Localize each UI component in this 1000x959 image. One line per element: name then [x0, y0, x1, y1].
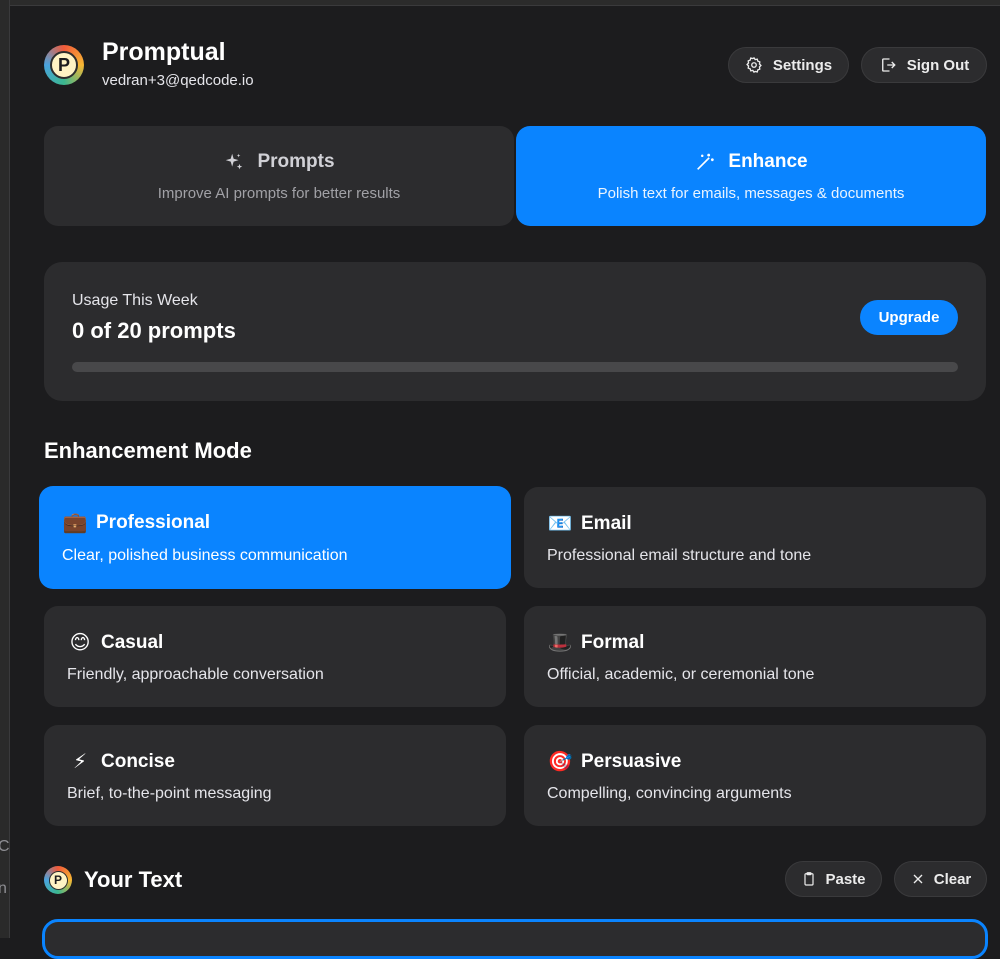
mode-description: Official, academic, or ceremonial tone	[547, 666, 815, 683]
settings-button[interactable]: Settings	[728, 47, 849, 83]
tab-enhance[interactable]: Enhance Polish text for emails, messages…	[516, 126, 986, 226]
text-input-area[interactable]	[42, 919, 988, 959]
mode-description: Clear, polished business communication	[62, 547, 348, 564]
gear-icon	[746, 56, 762, 74]
mode-label: Concise	[101, 750, 175, 772]
clipboard-icon	[804, 872, 815, 886]
usage-label: Usage This Week	[72, 292, 198, 309]
mode-label: Email	[581, 512, 632, 534]
mode-card-professional[interactable]: 💼 Professional Clear, polished business …	[39, 486, 511, 589]
mode-description: Brief, to-the-point messaging	[67, 785, 272, 802]
your-text-title: Your Text	[84, 867, 183, 892]
user-email: vedran+3@qedcode.io	[102, 72, 254, 89]
mode-card-email[interactable]: 📧 Email Professional email structure and…	[524, 487, 986, 588]
mode-label: Persuasive	[581, 750, 682, 772]
app-window: C n P Promptual vedran+3@qedcode.io Sett…	[0, 0, 1000, 959]
smiley-icon: 😊	[69, 632, 91, 654]
usage-progress-bar	[72, 362, 958, 372]
target-icon: 🎯	[547, 751, 573, 773]
sparkles-icon	[226, 153, 243, 169]
logo-letter: P	[50, 51, 78, 79]
mode-description: Compelling, convincing arguments	[547, 785, 792, 802]
clear-label: Clear	[933, 870, 972, 888]
mode-label: Professional	[96, 511, 211, 533]
upgrade-button[interactable]: Upgrade	[860, 300, 958, 335]
mode-description: Professional email structure and tone	[547, 547, 812, 564]
tab-prompts-subtitle: Improve AI prompts for better results	[157, 184, 401, 202]
left-edge-fragment: C	[0, 838, 10, 855]
mode-card-concise[interactable]: ⚡ Concise Brief, to-the-point messaging	[44, 725, 506, 826]
usage-card: Usage This Week 0 of 20 prompts Upgrade	[44, 262, 986, 401]
enhancement-mode-title: Enhancement Mode	[44, 438, 252, 463]
tab-prompts-label: Prompts	[257, 150, 335, 172]
logo-letter: P	[48, 870, 68, 890]
tab-enhance-label: Enhance	[728, 150, 808, 172]
sign-out-label: Sign Out	[906, 56, 970, 74]
mode-card-formal[interactable]: 🎩 Formal Official, academic, or ceremoni…	[524, 606, 986, 707]
mode-card-persuasive[interactable]: 🎯 Persuasive Compelling, convincing argu…	[524, 725, 986, 826]
usage-count: 0 of 20 prompts	[72, 318, 236, 343]
clear-button[interactable]: Clear	[894, 861, 987, 897]
settings-label: Settings	[772, 56, 833, 74]
magic-wand-icon	[697, 153, 715, 170]
mode-label: Formal	[581, 631, 645, 653]
paste-button[interactable]: Paste	[785, 861, 882, 897]
mode-description: Friendly, approachable conversation	[67, 666, 324, 683]
top-hat-icon: 🎩	[547, 632, 573, 654]
paste-label: Paste	[825, 870, 866, 888]
tab-enhance-subtitle: Polish text for emails, messages & docum…	[597, 184, 905, 202]
close-icon	[913, 874, 923, 884]
mode-label: Casual	[101, 631, 164, 653]
window-top-edge	[0, 0, 1000, 6]
mode-card-casual[interactable]: 😊 Casual Friendly, approachable conversa…	[44, 606, 506, 707]
briefcase-icon: 💼	[62, 512, 88, 534]
window-left-edge: C n	[0, 0, 10, 938]
lightning-icon: ⚡	[72, 751, 88, 773]
app-title: Promptual	[102, 38, 226, 66]
sign-out-button[interactable]: Sign Out	[861, 47, 987, 83]
left-edge-fragment: n	[0, 880, 7, 897]
app-logo: P	[44, 45, 84, 85]
tab-prompts[interactable]: Prompts Improve AI prompts for better re…	[44, 126, 514, 226]
your-text-logo: P	[44, 866, 72, 894]
sign-out-icon	[881, 58, 896, 72]
envelope-icon: 📧	[547, 513, 573, 535]
